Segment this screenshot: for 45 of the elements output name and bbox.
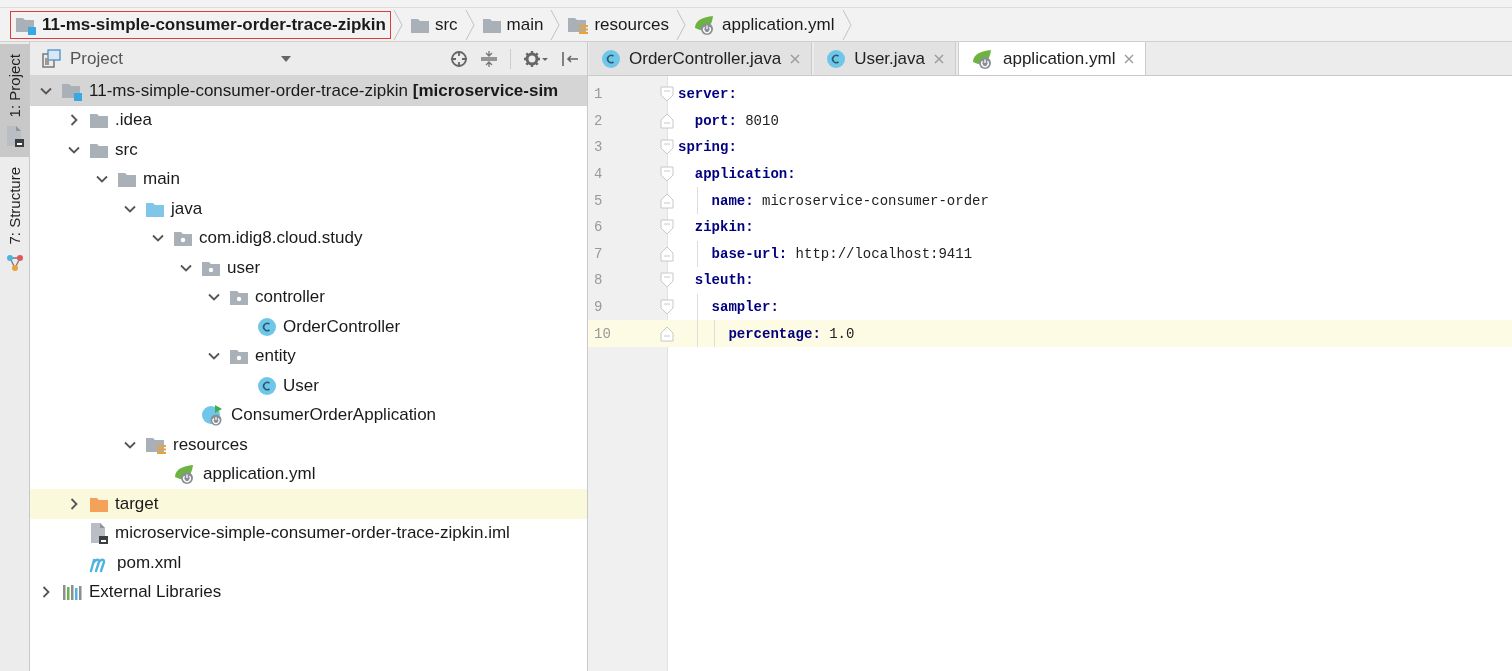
- code-line: server:: [678, 85, 738, 105]
- tree-item[interactable]: pom.xml: [30, 548, 587, 578]
- tree-item[interactable]: External Libraries: [30, 577, 587, 607]
- tree-item[interactable]: ConsumerOrderApplication: [30, 400, 587, 430]
- breadcrumb[interactable]: main: [476, 10, 549, 39]
- tree-item[interactable]: entity: [30, 341, 587, 371]
- tree-item[interactable]: microservice-simple-consumer-order-trace-zipkin.iml: [30, 518, 587, 548]
- line-number: 2: [593, 111, 604, 131]
- code-line: application:: [693, 165, 797, 185]
- tree-item[interactable]: java: [30, 194, 587, 224]
- breadcrumb[interactable]: src: [404, 10, 463, 39]
- code-line: spring:: [678, 138, 738, 158]
- tree-item[interactable]: src: [30, 135, 587, 165]
- breadcrumb[interactable]: resources: [562, 10, 675, 39]
- line-number: 7: [593, 244, 604, 264]
- tool-window-tab[interactable]: 1: Project: [0, 44, 29, 158]
- tree-item[interactable]: OrderController: [30, 312, 587, 342]
- tree-item[interactable]: application.yml: [30, 459, 587, 489]
- tree-item[interactable]: 11-ms-simple-consumer-order-trace-zipkin [microservice-sim: [30, 76, 587, 106]
- tree-item[interactable]: user: [30, 253, 587, 283]
- line-number: 4: [593, 165, 604, 185]
- line-number: 1: [593, 85, 604, 105]
- tree-item[interactable]: User: [30, 371, 587, 401]
- panel-title[interactable]: Project: [70, 48, 123, 69]
- code-line: sleuth:: [693, 271, 755, 291]
- editor-tab[interactable]: OrderController.java: [589, 42, 813, 75]
- tree-item[interactable]: resources: [30, 430, 587, 460]
- editor-tab[interactable]: application.yml: [958, 42, 1147, 75]
- code-line: port: 8010: [693, 111, 780, 131]
- tool-window-tab[interactable]: 7: Structure: [0, 157, 29, 283]
- line-number: 10: [588, 320, 634, 347]
- tree-item[interactable]: controller: [30, 282, 587, 312]
- tree-item[interactable]: target: [30, 489, 587, 519]
- line-number: 6: [593, 218, 604, 238]
- breadcrumb[interactable]: application.yml: [688, 10, 840, 39]
- editor-tab[interactable]: User.java: [814, 42, 956, 75]
- line-number: 9: [593, 298, 604, 318]
- tree-item[interactable]: com.idig8.cloud.study: [30, 223, 587, 253]
- code-line: zipkin:: [693, 218, 755, 238]
- line-number: 3: [593, 138, 604, 158]
- tree-item[interactable]: .idea: [30, 105, 587, 135]
- tree-item[interactable]: main: [30, 164, 587, 194]
- line-number: 8: [593, 271, 604, 291]
- breadcrumb[interactable]: 11-ms-simple-consumer-order-trace-zipkin: [10, 10, 391, 39]
- line-number: 5: [593, 191, 604, 211]
